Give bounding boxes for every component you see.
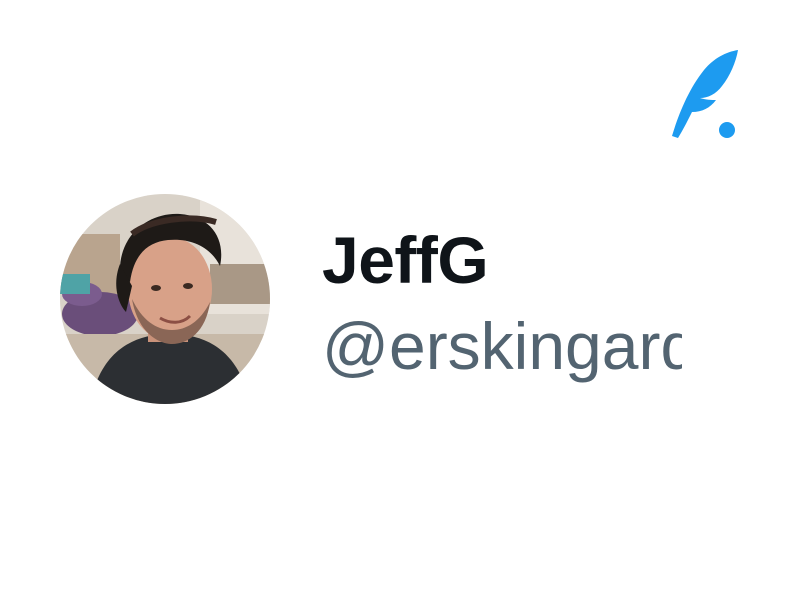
user-handle[interactable]: @erskingardner — [322, 306, 682, 386]
handle-container: @erskingardner — [322, 306, 682, 388]
display-name[interactable]: JeffG — [322, 222, 682, 298]
app-logo-icon — [664, 46, 744, 142]
avatar-photo — [60, 194, 270, 404]
profile-names: JeffG @erskingardner — [322, 222, 682, 388]
avatar[interactable] — [60, 194, 270, 404]
